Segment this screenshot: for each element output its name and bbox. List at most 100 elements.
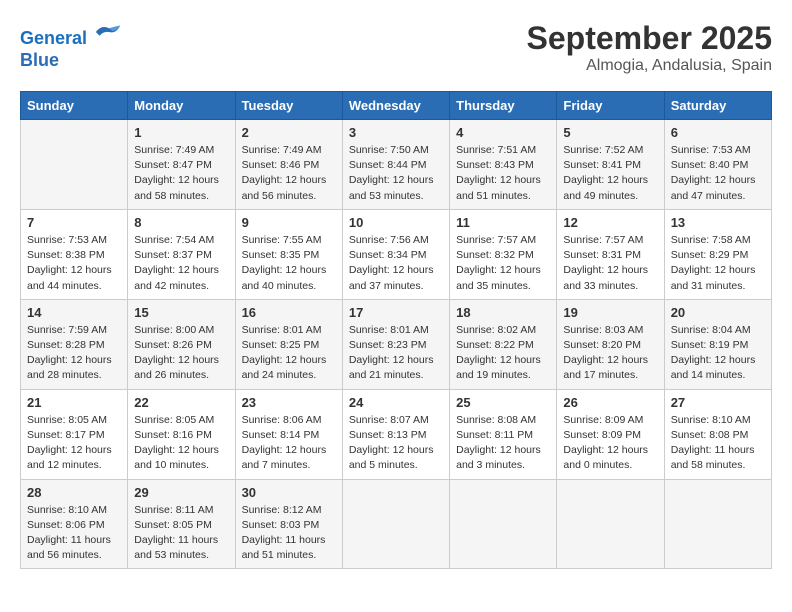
day-info: Sunrise: 7:52 AM Sunset: 8:41 PM Dayligh… <box>563 143 657 204</box>
logo-bird-icon <box>94 20 122 44</box>
day-info: Sunrise: 7:53 AM Sunset: 8:40 PM Dayligh… <box>671 143 765 204</box>
calendar-cell <box>21 120 128 210</box>
day-number: 25 <box>456 395 550 410</box>
day-number: 13 <box>671 215 765 230</box>
day-info: Sunrise: 8:02 AM Sunset: 8:22 PM Dayligh… <box>456 323 550 384</box>
day-number: 5 <box>563 125 657 140</box>
day-info: Sunrise: 7:57 AM Sunset: 8:32 PM Dayligh… <box>456 233 550 294</box>
day-number: 21 <box>27 395 121 410</box>
calendar-cell: 30 Sunrise: 8:12 AM Sunset: 8:03 PM Dayli… <box>235 479 342 569</box>
day-number: 26 <box>563 395 657 410</box>
day-info: Sunrise: 8:06 AM Sunset: 8:14 PM Dayligh… <box>242 413 336 474</box>
day-info: Sunrise: 7:59 AM Sunset: 8:28 PM Dayligh… <box>27 323 121 384</box>
day-number: 11 <box>456 215 550 230</box>
calendar-cell: 25 Sunrise: 8:08 AM Sunset: 8:11 PM Dayli… <box>450 389 557 479</box>
day-info: Sunrise: 7:50 AM Sunset: 8:44 PM Dayligh… <box>349 143 443 204</box>
calendar-cell: 10 Sunrise: 7:56 AM Sunset: 8:34 PM Dayli… <box>342 209 449 299</box>
calendar-cell: 3 Sunrise: 7:50 AM Sunset: 8:44 PM Daylig… <box>342 120 449 210</box>
week-row-1: 1Sunrise: 7:49 AM Sunset: 8:47 PM Daylig… <box>21 120 772 210</box>
day-info: Sunrise: 8:05 AM Sunset: 8:16 PM Dayligh… <box>134 413 228 474</box>
day-info: Sunrise: 8:11 AM Sunset: 8:05 PM Dayligh… <box>134 503 228 564</box>
calendar-cell: 2Sunrise: 7:49 AM Sunset: 8:46 PM Daylig… <box>235 120 342 210</box>
calendar-cell: 12 Sunrise: 7:57 AM Sunset: 8:31 PM Dayli… <box>557 209 664 299</box>
weekday-header-saturday: Saturday <box>664 92 771 120</box>
day-info: Sunrise: 7:56 AM Sunset: 8:34 PM Dayligh… <box>349 233 443 294</box>
weekday-header-row: SundayMondayTuesdayWednesdayThursdayFrid… <box>21 92 772 120</box>
calendar-cell: 1Sunrise: 7:49 AM Sunset: 8:47 PM Daylig… <box>128 120 235 210</box>
day-info: Sunrise: 8:00 AM Sunset: 8:26 PM Dayligh… <box>134 323 228 384</box>
calendar-cell: 24Sunrise: 8:07 AM Sunset: 8:13 PM Dayli… <box>342 389 449 479</box>
day-info: Sunrise: 7:53 AM Sunset: 8:38 PM Dayligh… <box>27 233 121 294</box>
day-info: Sunrise: 7:57 AM Sunset: 8:31 PM Dayligh… <box>563 233 657 294</box>
day-number: 28 <box>27 485 121 500</box>
calendar-cell: 16 Sunrise: 8:01 AM Sunset: 8:25 PM Dayli… <box>235 299 342 389</box>
day-number: 15 <box>134 305 228 320</box>
day-number: 29 <box>134 485 228 500</box>
week-row-2: 7Sunrise: 7:53 AM Sunset: 8:38 PM Daylig… <box>21 209 772 299</box>
day-number: 20 <box>671 305 765 320</box>
logo-blue: Blue <box>20 50 59 70</box>
day-number: 22 <box>134 395 228 410</box>
day-number: 12 <box>563 215 657 230</box>
day-number: 23 <box>242 395 336 410</box>
day-number: 19 <box>563 305 657 320</box>
calendar-cell: 23 Sunrise: 8:06 AM Sunset: 8:14 PM Dayli… <box>235 389 342 479</box>
calendar-cell: 21 Sunrise: 8:05 AM Sunset: 8:17 PM Dayli… <box>21 389 128 479</box>
day-info: Sunrise: 7:58 AM Sunset: 8:29 PM Dayligh… <box>671 233 765 294</box>
month-title: September 2025 <box>527 20 772 57</box>
calendar-cell: 7Sunrise: 7:53 AM Sunset: 8:38 PM Daylig… <box>21 209 128 299</box>
calendar-cell: 19 Sunrise: 8:03 AM Sunset: 8:20 PM Dayli… <box>557 299 664 389</box>
day-info: Sunrise: 8:01 AM Sunset: 8:23 PM Dayligh… <box>349 323 443 384</box>
day-number: 1 <box>134 125 228 140</box>
day-number: 10 <box>349 215 443 230</box>
day-number: 24 <box>349 395 443 410</box>
day-number: 4 <box>456 125 550 140</box>
day-info: Sunrise: 8:10 AM Sunset: 8:08 PM Dayligh… <box>671 413 765 474</box>
week-row-3: 14 Sunrise: 7:59 AM Sunset: 8:28 PM Dayli… <box>21 299 772 389</box>
day-number: 17 <box>349 305 443 320</box>
day-number: 14 <box>27 305 121 320</box>
day-number: 8 <box>134 215 228 230</box>
day-info: Sunrise: 8:03 AM Sunset: 8:20 PM Dayligh… <box>563 323 657 384</box>
day-number: 16 <box>242 305 336 320</box>
calendar-cell: 11 Sunrise: 7:57 AM Sunset: 8:32 PM Dayli… <box>450 209 557 299</box>
weekday-header-tuesday: Tuesday <box>235 92 342 120</box>
day-info: Sunrise: 7:54 AM Sunset: 8:37 PM Dayligh… <box>134 233 228 294</box>
page-header: General Blue September 2025 Almogia, And… <box>20 20 772 75</box>
day-info: Sunrise: 8:05 AM Sunset: 8:17 PM Dayligh… <box>27 413 121 474</box>
weekday-header-thursday: Thursday <box>450 92 557 120</box>
weekday-header-sunday: Sunday <box>21 92 128 120</box>
calendar-cell: 5 Sunrise: 7:52 AM Sunset: 8:41 PM Daylig… <box>557 120 664 210</box>
weekday-header-friday: Friday <box>557 92 664 120</box>
title-block: September 2025 Almogia, Andalusia, Spain <box>527 20 772 75</box>
location-title: Almogia, Andalusia, Spain <box>527 57 772 75</box>
calendar-cell: 9 Sunrise: 7:55 AM Sunset: 8:35 PM Daylig… <box>235 209 342 299</box>
day-number: 3 <box>349 125 443 140</box>
calendar-cell: 18Sunrise: 8:02 AM Sunset: 8:22 PM Dayli… <box>450 299 557 389</box>
week-row-4: 21 Sunrise: 8:05 AM Sunset: 8:17 PM Dayli… <box>21 389 772 479</box>
day-info: Sunrise: 7:51 AM Sunset: 8:43 PM Dayligh… <box>456 143 550 204</box>
calendar-cell <box>664 479 771 569</box>
calendar-cell: 26Sunrise: 8:09 AM Sunset: 8:09 PM Dayli… <box>557 389 664 479</box>
calendar-cell: 28Sunrise: 8:10 AM Sunset: 8:06 PM Dayli… <box>21 479 128 569</box>
day-number: 27 <box>671 395 765 410</box>
logo: General Blue <box>20 20 122 71</box>
day-number: 6 <box>671 125 765 140</box>
calendar-cell: 27 Sunrise: 8:10 AM Sunset: 8:08 PM Dayli… <box>664 389 771 479</box>
calendar-cell <box>557 479 664 569</box>
calendar-cell: 29 Sunrise: 8:11 AM Sunset: 8:05 PM Dayli… <box>128 479 235 569</box>
day-info: Sunrise: 7:55 AM Sunset: 8:35 PM Dayligh… <box>242 233 336 294</box>
day-number: 9 <box>242 215 336 230</box>
day-info: Sunrise: 8:12 AM Sunset: 8:03 PM Dayligh… <box>242 503 336 564</box>
day-info: Sunrise: 8:08 AM Sunset: 8:11 PM Dayligh… <box>456 413 550 474</box>
day-info: Sunrise: 7:49 AM Sunset: 8:46 PM Dayligh… <box>242 143 336 204</box>
calendar-cell: 4 Sunrise: 7:51 AM Sunset: 8:43 PM Daylig… <box>450 120 557 210</box>
calendar-cell: 8 Sunrise: 7:54 AM Sunset: 8:37 PM Daylig… <box>128 209 235 299</box>
week-row-5: 28Sunrise: 8:10 AM Sunset: 8:06 PM Dayli… <box>21 479 772 569</box>
weekday-header-monday: Monday <box>128 92 235 120</box>
calendar-cell: 6 Sunrise: 7:53 AM Sunset: 8:40 PM Daylig… <box>664 120 771 210</box>
day-info: Sunrise: 8:01 AM Sunset: 8:25 PM Dayligh… <box>242 323 336 384</box>
calendar-cell: 22 Sunrise: 8:05 AM Sunset: 8:16 PM Dayli… <box>128 389 235 479</box>
day-number: 30 <box>242 485 336 500</box>
calendar-cell <box>342 479 449 569</box>
